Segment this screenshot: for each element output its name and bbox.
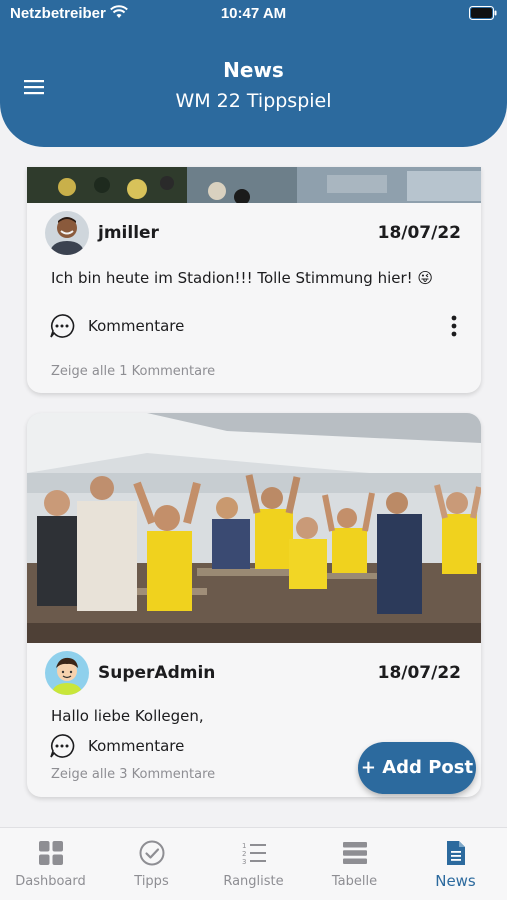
news-icon (447, 841, 465, 865)
tab-news[interactable]: News (405, 828, 506, 900)
comment-bubble-icon[interactable] (49, 733, 75, 759)
post-text: Ich bin heute im Stadion!!! Tolle Stimmu… (51, 269, 434, 287)
tab-label: Tipps (134, 874, 169, 889)
post-text: Hallo liebe Kollegen, (51, 707, 204, 725)
show-all-comments-link[interactable]: Zeige alle 1 Kommentare (51, 364, 215, 379)
page-title: News (223, 58, 284, 82)
svg-text:1: 1 (242, 842, 246, 850)
post-photo[interactable] (27, 167, 481, 203)
tab-bar: Dashboard Tipps 1 2 3 Rangliste Tabelle (0, 827, 507, 900)
post-photo[interactable] (27, 413, 481, 643)
table-icon (343, 842, 367, 864)
grid-icon (39, 841, 63, 865)
post-username[interactable]: SuperAdmin (98, 663, 215, 683)
tab-label: Dashboard (15, 874, 86, 889)
check-circle-icon (139, 840, 165, 866)
show-all-comments-link[interactable]: Zeige alle 3 Kommentare (51, 767, 215, 782)
svg-text:3: 3 (242, 858, 246, 866)
clock: 10:47 AM (220, 5, 287, 22)
post-date: 18/07/22 (377, 223, 461, 243)
add-post-button[interactable]: + Add Post (358, 742, 476, 794)
comments-button[interactable]: Kommentare (88, 317, 184, 335)
post-card: jmiller 18/07/22 Ich bin heute im Stadio… (27, 167, 481, 393)
tab-tabelle[interactable]: Tabelle (304, 828, 405, 900)
comment-bubble-icon[interactable] (49, 313, 75, 339)
post-date: 18/07/22 (377, 663, 461, 683)
tab-label: News (435, 872, 476, 890)
battery-icon (469, 6, 497, 20)
tab-label: Tabelle (331, 874, 378, 889)
tab-rangliste[interactable]: 1 2 3 Rangliste (203, 828, 304, 900)
tab-tipps[interactable]: Tipps (101, 828, 202, 900)
post-card: SuperAdmin 18/07/22 Hallo liebe Kollegen… (27, 413, 481, 797)
app-header: Netzbetreiber 10:47 AM News WM 22 Tippsp… (0, 0, 507, 147)
svg-text:2: 2 (242, 850, 246, 858)
post-username[interactable]: jmiller (98, 223, 159, 243)
tab-dashboard[interactable]: Dashboard (0, 828, 101, 900)
page-subtitle: WM 22 Tippspiel (175, 90, 332, 112)
comments-button[interactable]: Kommentare (88, 737, 184, 755)
news-feed[interactable]: jmiller 18/07/22 Ich bin heute im Stadio… (0, 147, 507, 827)
avatar[interactable] (45, 651, 89, 695)
tab-label: Rangliste (223, 874, 284, 889)
status-bar: Netzbetreiber 10:47 AM (0, 0, 507, 28)
more-options-icon[interactable] (451, 315, 457, 337)
avatar[interactable] (45, 211, 89, 255)
ranked-list-icon: 1 2 3 (242, 842, 266, 866)
